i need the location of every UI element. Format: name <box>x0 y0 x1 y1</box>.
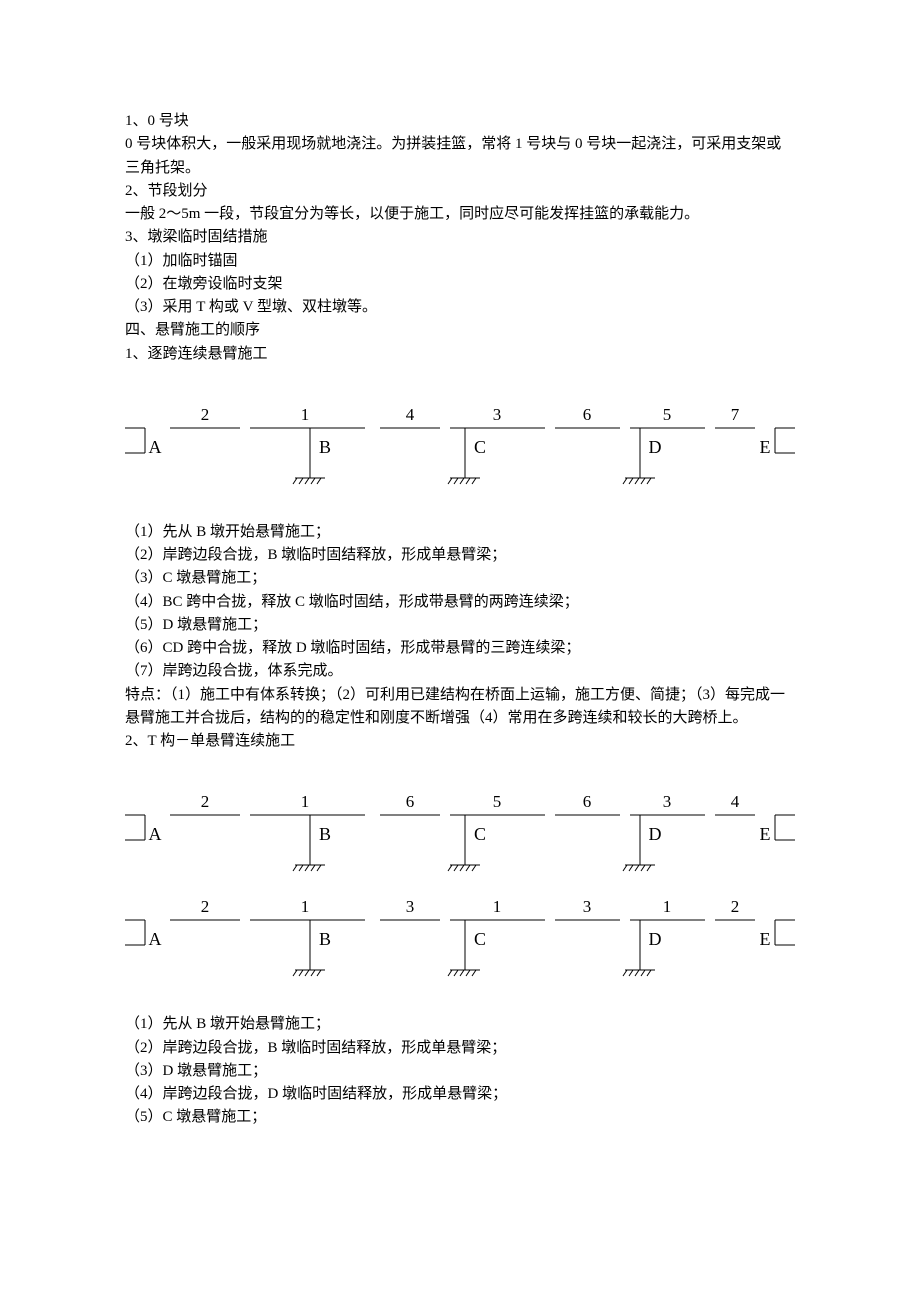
bridge-diagram-2b: 2 1 3 1 3 1 2 A B C D E <box>125 890 795 985</box>
list-item: （5）C 墩悬臂施工； <box>125 1106 795 1129</box>
pier-label: C <box>474 437 486 457</box>
seg-num: 1 <box>663 897 672 916</box>
pier-label: A <box>149 929 162 949</box>
seg-num: 4 <box>731 792 740 811</box>
list-item: （4）BC 跨中合拢，释放 C 墩临时固结，形成带悬臂的两跨连续梁； <box>125 591 795 614</box>
seg-num: 3 <box>493 405 502 424</box>
seg-num: 6 <box>406 792 415 811</box>
list-item: （3）采用 T 构或 V 型墩、双柱墩等。 <box>125 296 795 319</box>
bridge-diagram-1: 2 1 4 3 6 5 7 A B C D E <box>125 398 795 493</box>
body-text: 一般 2～5m 一段，节段宜分为等长，以便于施工，同时应尽可能发挥挂篮的承载能力… <box>125 203 795 226</box>
subheading: 2、T 构－单悬臂连续施工 <box>125 730 795 753</box>
seg-num: 5 <box>663 405 672 424</box>
pier-label: A <box>149 437 162 457</box>
pier-label: B <box>319 929 331 949</box>
list-item: （4）岸跨边段合拢，D 墩临时固结释放，形成单悬臂梁； <box>125 1083 795 1106</box>
list-item: （7）岸跨边段合拢，体系完成。 <box>125 660 795 683</box>
seg-num: 3 <box>406 897 415 916</box>
pier-label: A <box>149 824 162 844</box>
seg-num: 3 <box>583 897 592 916</box>
seg-num: 1 <box>493 897 502 916</box>
list-item: （1）先从 B 墩开始悬臂施工； <box>125 521 795 544</box>
seg-num: 3 <box>663 792 672 811</box>
heading-segment: 2、节段划分 <box>125 180 795 203</box>
body-text: 0 号块体积大，一般采用现场就地浇注。为拼装挂篮，常将 1 号块与 0 号块一起… <box>125 133 795 180</box>
seg-num: 2 <box>731 897 740 916</box>
pier-label: C <box>474 824 486 844</box>
seg-num: 2 <box>201 405 210 424</box>
list-item: （2）岸跨边段合拢，B 墩临时固结释放，形成单悬臂梁； <box>125 1037 795 1060</box>
heading-temp-fix: 3、墩梁临时固结措施 <box>125 226 795 249</box>
bridge-diagram-2a: 2 1 6 5 6 3 4 A B C D E <box>125 785 795 880</box>
document-page: 1、0 号块 0 号块体积大，一般采用现场就地浇注。为拼装挂篮，常将 1 号块与… <box>0 0 920 1302</box>
pier-label: B <box>319 437 331 457</box>
pier-label: E <box>760 929 771 949</box>
body-text: 特点：（1）施工中有体系转换；（2）可利用已建结构在桥面上运输，施工方便、简捷；… <box>125 684 795 731</box>
seg-num: 6 <box>583 405 592 424</box>
list-item: （1）加临时锚固 <box>125 250 795 273</box>
pier-label: E <box>760 824 771 844</box>
pier-label: C <box>474 929 486 949</box>
list-item: （2）在墩旁设临时支架 <box>125 273 795 296</box>
pier-label: D <box>649 824 662 844</box>
heading-sequence: 四、悬臂施工的顺序 <box>125 319 795 342</box>
list-item: （2）岸跨边段合拢，B 墩临时固结释放，形成单悬臂梁； <box>125 544 795 567</box>
seg-num: 2 <box>201 792 210 811</box>
list-item: （6）CD 跨中合拢，释放 D 墩临时固结，形成带悬臂的三跨连续梁； <box>125 637 795 660</box>
seg-num: 1 <box>301 897 310 916</box>
seg-num: 1 <box>301 792 310 811</box>
pier-label: D <box>649 437 662 457</box>
seg-num: 2 <box>201 897 210 916</box>
list-item: （1）先从 B 墩开始悬臂施工； <box>125 1013 795 1036</box>
subheading: 1、逐跨连续悬臂施工 <box>125 343 795 366</box>
list-item: （5）D 墩悬臂施工； <box>125 614 795 637</box>
pier-label: E <box>760 437 771 457</box>
list-item: （3）C 墩悬臂施工； <box>125 567 795 590</box>
seg-num: 7 <box>731 405 740 424</box>
heading-block0: 1、0 号块 <box>125 110 795 133</box>
seg-num: 4 <box>406 405 415 424</box>
seg-num: 6 <box>583 792 592 811</box>
list-item: （3）D 墩悬臂施工； <box>125 1060 795 1083</box>
pier-label: D <box>649 929 662 949</box>
seg-num: 5 <box>493 792 502 811</box>
seg-num: 1 <box>301 405 310 424</box>
pier-label: B <box>319 824 331 844</box>
